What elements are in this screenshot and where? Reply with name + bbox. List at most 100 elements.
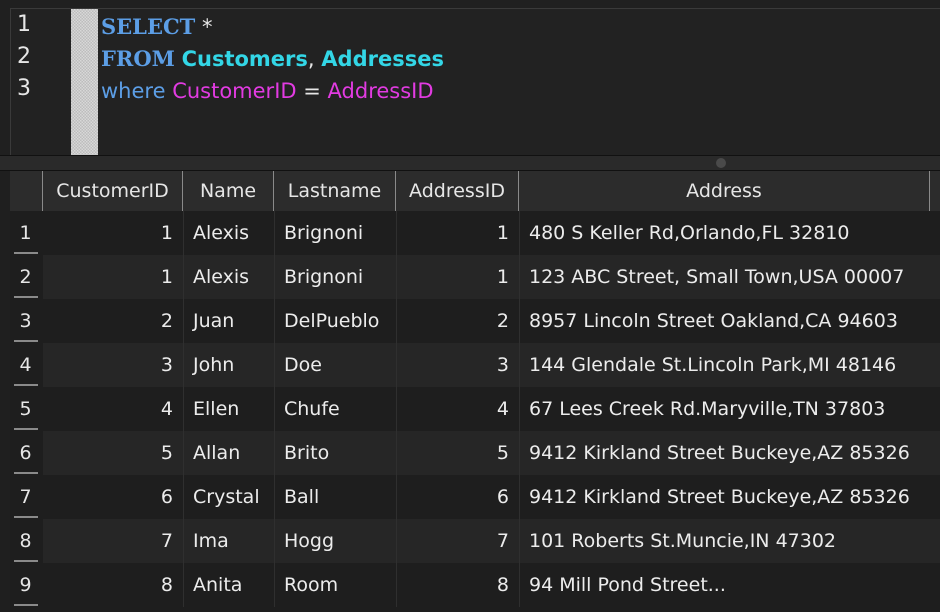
cell-customerid[interactable]: 4 <box>43 387 183 431</box>
cell-address[interactable]: 101 Roberts St.Muncie,IN 47302 <box>519 519 940 563</box>
cell-addressid[interactable]: 4 <box>396 387 519 431</box>
cell-lastname[interactable]: Brignoni <box>274 255 396 299</box>
line-number: 1 <box>17 12 31 37</box>
cell-name[interactable]: Anita <box>183 563 274 607</box>
results-grid[interactable]: CustomerID Name Lastname AddressID Addre… <box>10 171 940 612</box>
row-number[interactable]: 9 <box>10 563 41 607</box>
cell-lastname[interactable]: DelPueblo <box>274 299 396 343</box>
cell-name[interactable]: Ellen <box>183 387 274 431</box>
row-number-divider <box>14 516 38 518</box>
cell-addressid[interactable]: 1 <box>396 211 519 255</box>
code-area[interactable]: SELECT * FROM Customers, Addresses where… <box>101 11 940 151</box>
cell-customerid[interactable]: 3 <box>43 343 183 387</box>
cell-address[interactable]: 9412 Kirkland Street Buckeye,AZ 85326 <box>519 475 940 519</box>
cell-customerid[interactable]: 7 <box>43 519 183 563</box>
cell-customerid[interactable]: 2 <box>43 299 183 343</box>
row-number-column: 123456789 <box>10 211 43 612</box>
row-number[interactable]: 4 <box>10 343 41 387</box>
column-divider <box>183 255 184 299</box>
cell-customerid[interactable]: 8 <box>43 563 183 607</box>
keyword-select: SELECT <box>101 14 196 39</box>
cell-lastname[interactable]: Chufe <box>274 387 396 431</box>
column-divider <box>274 343 275 387</box>
table-row[interactable]: 8 Anita Room 8 94 Mill Pond Street... <box>43 563 940 607</box>
table-row[interactable]: 2 Juan DelPueblo 2 8957 Lincoln Street Oakla… <box>43 299 940 343</box>
cell-lastname[interactable]: Hogg <box>274 519 396 563</box>
cell-name[interactable]: Allan <box>183 431 274 475</box>
row-number[interactable]: 3 <box>10 299 41 343</box>
table-row[interactable]: 6 Crystal Ball 6 9412 Kirkland Street Buckey… <box>43 475 940 519</box>
table-row[interactable]: 4 Ellen Chufe 4 67 Lees Creek Rd.Maryville,T… <box>43 387 940 431</box>
column-divider <box>274 211 275 255</box>
cell-address[interactable]: 9412 Kirkland Street Buckeye,AZ 85326 <box>519 431 940 475</box>
column-divider <box>519 475 520 519</box>
cell-customerid[interactable]: 5 <box>43 431 183 475</box>
cell-lastname[interactable]: Room <box>274 563 396 607</box>
cell-address[interactable]: 144 Glendale St.Lincoln Park,MI 48146 <box>519 343 940 387</box>
cell-lastname[interactable]: Doe <box>274 343 396 387</box>
row-number[interactable]: 2 <box>10 255 41 299</box>
cell-lastname[interactable]: Brito <box>274 431 396 475</box>
row-number[interactable]: 1 <box>10 211 41 255</box>
cell-addressid[interactable]: 8 <box>396 563 519 607</box>
table-row[interactable]: 1 Alexis Brignoni 1 480 S Keller Rd,Orlando,… <box>43 211 940 255</box>
cell-name[interactable]: Crystal <box>183 475 274 519</box>
select-star: * <box>195 15 213 39</box>
code-line-1[interactable]: SELECT * <box>101 11 212 43</box>
line-number-gutter: 1 2 3 <box>11 9 69 156</box>
row-number[interactable]: 7 <box>10 475 41 519</box>
column-divider <box>183 431 184 475</box>
table-row[interactable]: 7 Ima Hogg 7 101 Roberts St.Muncie,IN 47302 <box>43 519 940 563</box>
row-number[interactable]: 5 <box>10 387 41 431</box>
cell-address[interactable]: 94 Mill Pond Street... <box>519 563 940 607</box>
code-line-2[interactable]: FROM Customers, Addresses <box>101 43 444 75</box>
row-number[interactable]: 6 <box>10 431 41 475</box>
grid-corner[interactable] <box>10 171 43 211</box>
column-divider <box>519 299 520 343</box>
line-number: 2 <box>17 44 31 69</box>
row-number-divider <box>14 560 38 562</box>
cell-name[interactable]: John <box>183 343 274 387</box>
column-header-address[interactable]: Address <box>519 171 930 211</box>
column-divider <box>274 255 275 299</box>
cell-customerid[interactable]: 1 <box>43 255 183 299</box>
table-row[interactable]: 3 John Doe 3 144 Glendale St.Lincoln Park,MI… <box>43 343 940 387</box>
code-line-3[interactable]: where CustomerID = AddressID <box>101 75 434 107</box>
table-row[interactable]: 5 Allan Brito 5 9412 Kirkland Street Buckeye… <box>43 431 940 475</box>
cell-customerid[interactable]: 1 <box>43 211 183 255</box>
table-row[interactable]: 1 Alexis Brignoni 1 123 ABC Street, Small To… <box>43 255 940 299</box>
cell-name[interactable]: Alexis <box>183 255 274 299</box>
sql-editor-panel[interactable]: 1 2 3 SELECT * FROM Customers, Addresses… <box>10 8 940 156</box>
cell-address[interactable]: 8957 Lincoln Street Oakland,CA 94603 <box>519 299 940 343</box>
cell-address[interactable]: 67 Lees Creek Rd.Maryville,TN 37803 <box>519 387 940 431</box>
cell-addressid[interactable]: 5 <box>396 431 519 475</box>
cell-addressid[interactable]: 1 <box>396 255 519 299</box>
cell-addressid[interactable]: 6 <box>396 475 519 519</box>
cell-address[interactable]: 123 ABC Street, Small Town,USA 00007 <box>519 255 940 299</box>
pane-splitter[interactable] <box>0 155 940 171</box>
column-header-lastname[interactable]: Lastname <box>274 171 396 211</box>
column-divider <box>274 475 275 519</box>
cell-address[interactable]: 480 S Keller Rd,Orlando,FL 32810 <box>519 211 940 255</box>
cell-addressid[interactable]: 3 <box>396 343 519 387</box>
cell-name[interactable]: Juan <box>183 299 274 343</box>
column-divider <box>396 255 397 299</box>
line-number: 3 <box>17 76 31 101</box>
splitter-handle[interactable] <box>716 158 726 168</box>
column-divider <box>519 255 520 299</box>
cell-lastname[interactable]: Brignoni <box>274 211 396 255</box>
cell-addressid[interactable]: 7 <box>396 519 519 563</box>
column-name: AddressID <box>327 79 434 103</box>
row-number[interactable]: 8 <box>10 519 41 563</box>
cell-lastname[interactable]: Ball <box>274 475 396 519</box>
column-header-customerid[interactable]: CustomerID <box>43 171 183 211</box>
column-header-name[interactable]: Name <box>183 171 274 211</box>
column-header-addressid[interactable]: AddressID <box>396 171 519 211</box>
column-divider <box>183 211 184 255</box>
column-divider <box>396 299 397 343</box>
grid-header: CustomerID Name Lastname AddressID Addre… <box>10 171 940 211</box>
cell-addressid[interactable]: 2 <box>396 299 519 343</box>
cell-name[interactable]: Ima <box>183 519 274 563</box>
cell-customerid[interactable]: 6 <box>43 475 183 519</box>
cell-name[interactable]: Alexis <box>183 211 274 255</box>
